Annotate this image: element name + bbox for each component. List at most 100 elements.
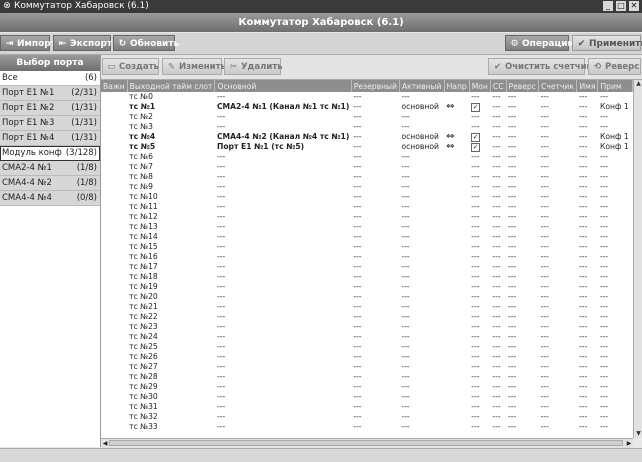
column-header[interactable]: Прим xyxy=(597,80,633,92)
table-row[interactable]: тс №5 Порт E1 №1 (тс №5) --- основной ⇔ ✓ --- -… xyxy=(101,142,633,152)
name-cell: --- xyxy=(578,402,588,411)
reverse-button[interactable]: ⟲ Реверс xyxy=(588,58,641,75)
table-row[interactable]: тс №2 --- --- --- --- --- --- --- --- --- xyxy=(101,112,633,122)
column-header[interactable]: СС xyxy=(490,80,507,92)
table-row[interactable]: тс №32 --- --- --- --- --- --- --- --- --- xyxy=(101,412,633,422)
edit-button[interactable]: ✎ Изменить xyxy=(162,58,226,75)
table-row[interactable]: тс №13 --- --- --- --- --- --- --- --- --- xyxy=(101,222,633,232)
table-row[interactable]: тс №16 --- --- --- --- --- --- --- --- --- xyxy=(101,252,633,262)
table-row[interactable]: тс №0 --- --- --- --- --- --- --- --- --- xyxy=(101,92,633,102)
table-row[interactable]: тс №4 СМА4-4 №2 (Канал №4 тс №1) --- основн… xyxy=(101,132,633,142)
table-row[interactable]: тс №8 --- --- --- --- --- --- --- --- --- xyxy=(101,172,633,182)
table-row[interactable]: тс №29 --- --- --- --- --- --- --- --- --- xyxy=(101,382,633,392)
sidebar-item-e1-2[interactable]: Порт E1 №2 (1/31) xyxy=(0,101,100,116)
column-header[interactable]: Активный xyxy=(399,80,445,92)
sidebar-item-e1-3[interactable]: Порт E1 №3 (1/31) xyxy=(0,116,100,131)
scroll-thumb[interactable] xyxy=(109,440,623,446)
sidebar-item-e1-4[interactable]: Порт E1 №4 (1/31) xyxy=(0,131,100,146)
column-header[interactable]: Счетчик xyxy=(538,80,578,92)
scroll-right-icon[interactable]: ▶ xyxy=(625,439,633,448)
table-row[interactable]: тс №20 --- --- --- --- --- --- --- --- --- xyxy=(101,292,633,302)
active-cell: --- xyxy=(401,162,410,171)
slot-cell: тс №19 xyxy=(129,282,158,291)
importance-cell xyxy=(101,152,127,162)
table-row[interactable]: тс №11 --- --- --- --- --- --- --- --- --- xyxy=(101,202,633,212)
delete-button[interactable]: ✂ Удалить xyxy=(224,58,283,75)
column-header[interactable]: Важн xyxy=(101,80,128,92)
slot-cell: тс №10 xyxy=(129,192,158,201)
table-row[interactable]: тс №31 --- --- --- --- --- --- --- --- --- xyxy=(101,402,633,412)
operations-button[interactable]: ⚙ Операции xyxy=(505,35,574,51)
monitor-checkbox[interactable]: ✓ xyxy=(471,143,481,152)
slot-cell: тс №24 xyxy=(129,332,158,341)
column-header[interactable]: Имя xyxy=(576,80,599,92)
close-icon[interactable]: ✕ xyxy=(629,1,639,11)
refresh-button[interactable]: ↻ Обновить xyxy=(113,35,179,51)
table-row[interactable]: тс №30 --- --- --- --- --- --- --- --- --- xyxy=(101,392,633,402)
table-row[interactable]: тс №14 --- --- --- --- --- --- --- --- --- xyxy=(101,232,633,242)
column-header[interactable]: Основной xyxy=(214,80,352,92)
sidebar-item-e1-1[interactable]: Порт E1 №1 (2/31) xyxy=(0,86,100,101)
column-header[interactable]: Мон xyxy=(469,80,491,92)
table-row[interactable]: тс №28 --- --- --- --- --- --- --- --- --- xyxy=(101,372,633,382)
table-row[interactable]: тс №19 --- --- --- --- --- --- --- --- --- xyxy=(101,282,633,292)
export-button[interactable]: ⇤ Экспорт xyxy=(53,35,112,51)
sidebar-item-conf-module[interactable]: Модуль конф (3/128) xyxy=(0,146,100,161)
scroll-up-icon[interactable]: ▲ xyxy=(634,80,642,88)
apply-button[interactable]: ✔ Применить xyxy=(572,35,642,51)
table-row[interactable]: тс №23 --- --- --- --- --- --- --- --- --- xyxy=(101,322,633,332)
cnt-cell: --- xyxy=(540,172,549,181)
dir-cell xyxy=(444,152,469,162)
sidebar-item-all[interactable]: Все (6) xyxy=(0,71,100,86)
slot-cell: тс №25 xyxy=(129,342,158,351)
table-row[interactable]: тс №27 --- --- --- --- --- --- --- --- --- xyxy=(101,362,633,372)
monitor-checkbox[interactable]: ✓ xyxy=(471,103,481,112)
table-row[interactable]: тс №7 --- --- --- --- --- --- --- --- --- xyxy=(101,162,633,172)
table-row[interactable]: тс №12 --- --- --- --- --- --- --- --- --- xyxy=(101,212,633,222)
column-header[interactable]: Напр xyxy=(444,80,470,92)
table-row[interactable]: тс №17 --- --- --- --- --- --- --- --- --- xyxy=(101,262,633,272)
main-cell: --- xyxy=(216,422,226,431)
sidebar-item-cma4-4-4[interactable]: СМА4-4 №4 (0/8) xyxy=(0,191,100,206)
table-row[interactable]: тс №24 --- --- --- --- --- --- --- --- --- xyxy=(101,332,633,342)
column-header[interactable]: Реверс xyxy=(506,80,540,92)
cnt-cell: --- xyxy=(540,202,549,211)
clear-counter-button[interactable]: ✔ Очистить счетчик xyxy=(488,58,592,75)
table-row[interactable]: тс №10 --- --- --- --- --- --- --- --- --- xyxy=(101,192,633,202)
table-row[interactable]: тс №21 --- --- --- --- --- --- --- --- --- xyxy=(101,302,633,312)
note-cell: --- xyxy=(599,332,609,341)
active-cell: --- xyxy=(401,272,410,281)
table-row[interactable]: тс №3 --- --- --- --- --- --- --- --- --- xyxy=(101,122,633,132)
sidebar-item-cma2-4-1[interactable]: СМА2-4 №1 (1/8) xyxy=(0,161,100,176)
vertical-scrollbar[interactable]: ▲ ▼ xyxy=(633,80,642,438)
create-button[interactable]: ▭ Создать xyxy=(102,58,159,75)
main-cell: --- xyxy=(216,232,226,241)
column-header[interactable]: Выходной тайм слот xyxy=(127,80,216,92)
minimize-icon[interactable]: _ xyxy=(603,1,613,11)
import-button[interactable]: ⇥ Импорт xyxy=(0,35,56,51)
table-row[interactable]: тс №6 --- --- --- --- --- --- --- --- --- xyxy=(101,152,633,162)
scroll-left-icon[interactable]: ◀ xyxy=(101,439,109,448)
mon-cell: --- xyxy=(471,272,480,281)
rev-cell: --- xyxy=(508,332,517,341)
scroll-down-icon[interactable]: ▼ xyxy=(634,430,642,438)
table-row[interactable]: тс №1 СМА2-4 №1 (Канал №1 тс №1) --- основн… xyxy=(101,102,633,112)
active-cell: --- xyxy=(401,232,410,241)
horizontal-scrollbar[interactable]: ◀ ▶ xyxy=(101,438,633,448)
table-row[interactable]: тс №26 --- --- --- --- --- --- --- --- --- xyxy=(101,352,633,362)
dir-cell xyxy=(444,412,469,422)
table-row[interactable]: тс №9 --- --- --- --- --- --- --- --- --- xyxy=(101,182,633,192)
table-row[interactable]: тс №33 --- --- --- --- --- --- --- --- --- xyxy=(101,422,633,432)
maximize-icon[interactable]: □ xyxy=(616,1,626,11)
dir-cell xyxy=(444,332,469,342)
importance-cell xyxy=(101,332,127,342)
monitor-checkbox[interactable]: ✓ xyxy=(471,133,481,142)
table-row[interactable]: тс №25 --- --- --- --- --- --- --- --- --- xyxy=(101,342,633,352)
cc-cell: --- xyxy=(492,102,501,111)
cc-cell: --- xyxy=(492,272,501,281)
sidebar-item-cma4-4-2[interactable]: СМА4-4 №2 (1/8) xyxy=(0,176,100,191)
table-row[interactable]: тс №22 --- --- --- --- --- --- --- --- --- xyxy=(101,312,633,322)
table-row[interactable]: тс №18 --- --- --- --- --- --- --- --- --- xyxy=(101,272,633,282)
table-row[interactable]: тс №15 --- --- --- --- --- --- --- --- --- xyxy=(101,242,633,252)
column-header[interactable]: Резервный xyxy=(351,80,400,92)
